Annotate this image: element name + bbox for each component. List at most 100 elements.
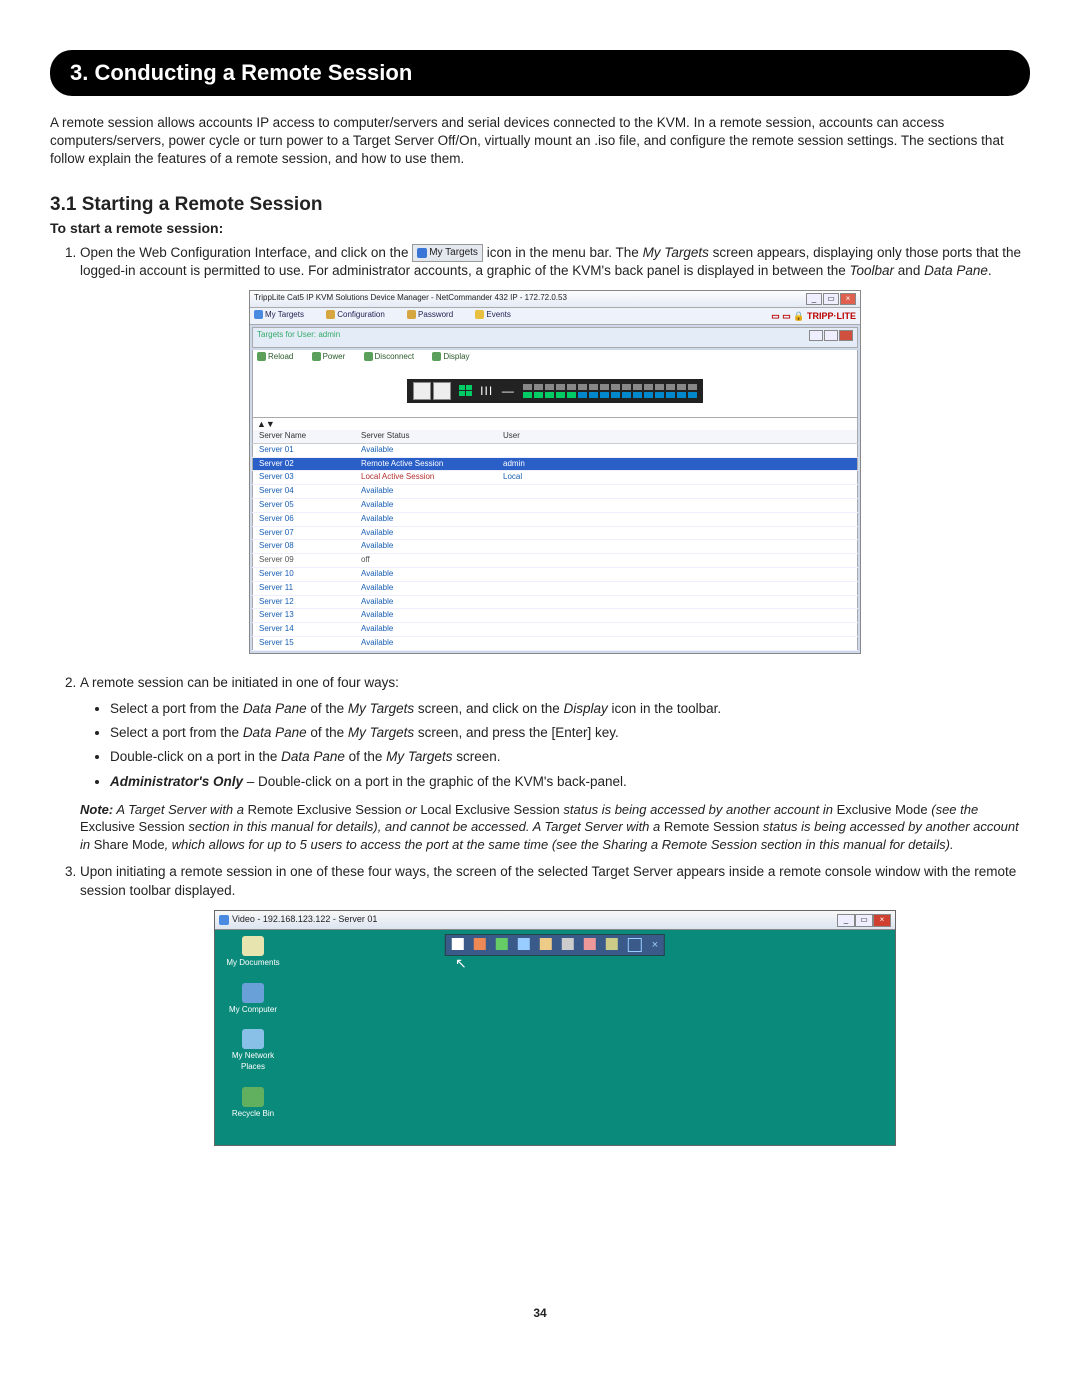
tab-my-targets[interactable]: My Targets [254,310,314,319]
password-icon [407,310,416,319]
window-buttons: _▭× [805,293,856,305]
subbar-label: Targets for User: admin [257,330,340,345]
sort-arrows[interactable]: ▲▼ [252,418,858,430]
step1-text-h: . [988,263,992,278]
cell-status: Available [355,443,497,457]
targets-icon [254,310,263,319]
t: My Targets [348,701,414,716]
tool-icon[interactable] [562,938,574,950]
tool-icon[interactable] [518,938,530,950]
cell-status: Available [355,485,497,499]
cell-user [497,485,858,499]
intro-paragraph: A remote session allows accounts IP acce… [50,114,1030,169]
t: , which allows for up to 5 users to acce… [165,837,954,852]
table-row[interactable]: Server 02Remote Active Sessionadmin [253,457,858,471]
tool-icon[interactable] [606,938,618,950]
step1-em-e: Toolbar [850,263,895,278]
table-row[interactable]: Server 06Available [253,512,858,526]
fullscreen-icon[interactable] [628,938,642,952]
maximize-button[interactable]: ▭ [855,914,873,927]
targets-icon [417,248,427,258]
cell-status: Remote Active Session [355,457,497,471]
cell-name: Server 06 [253,512,356,526]
cell-user [497,498,858,512]
table-row[interactable]: Server 12Available [253,595,858,609]
remote-session-toolbar[interactable]: × [445,934,665,956]
t: A Target Server with a [113,802,247,817]
section-header: 3. Conducting a Remote Session [50,50,1030,96]
logo-text: TRIPP·LITE [807,311,856,321]
events-icon [475,310,484,319]
tool-icon[interactable] [496,938,508,950]
table-row[interactable]: Server 08Available [253,540,858,554]
disconnect-button[interactable]: Disconnect [364,352,423,361]
table-row[interactable]: Server 01Available [253,443,858,457]
desktop-icon-network-places[interactable]: My Network Places [223,1029,283,1073]
step1-em-g: Data Pane [924,263,988,278]
t: Data Pane [243,725,307,740]
close-button[interactable]: × [840,293,856,305]
tool-icon[interactable] [540,938,552,950]
cell-status: Available [355,498,497,512]
min-btn[interactable] [809,330,823,341]
cell-user [497,540,858,554]
reload-icon [257,352,266,361]
t: or [402,802,421,817]
remote-title: Video - 192.168.123.122 - Server 01 [232,914,377,924]
bullet-3: Double-click on a port in the Data Pane … [110,748,1030,766]
cell-user [497,554,858,568]
tool-icon[interactable] [474,938,486,950]
table-row[interactable]: Server 03Local Active SessionLocal [253,471,858,485]
tab-password[interactable]: Password [407,310,463,319]
table-row[interactable]: Server 05Available [253,498,858,512]
cell-user: admin [497,457,858,471]
tab-label: My Targets [265,310,304,319]
tab-configuration[interactable]: Configuration [326,310,395,319]
table-row[interactable]: Server 07Available [253,526,858,540]
step3-text: Upon initiating a remote session in one … [80,864,1016,897]
remote-desktop[interactable]: × ↖ My Documents My Computer My Network … [215,930,895,1145]
table-row[interactable]: Server 09off [253,554,858,568]
max-btn[interactable] [824,330,838,341]
cell-name: Server 08 [253,540,356,554]
tool-icon[interactable] [584,938,596,950]
close-btn[interactable] [839,330,853,341]
maximize-button[interactable]: ▭ [823,293,839,305]
display-button[interactable]: Display [432,352,477,361]
cursor-icon[interactable] [452,938,464,950]
table-row[interactable]: Server 13Available [253,609,858,623]
t: Select a port from the [110,701,243,716]
minimize-button[interactable]: _ [806,293,822,305]
col-server-name[interactable]: Server Name [253,430,356,443]
table-row[interactable]: Server 14Available [253,623,858,637]
table-row[interactable]: Server 11Available [253,581,858,595]
cell-status: Available [355,609,497,623]
table-row[interactable]: Server 15Available [253,636,858,650]
desktop-icon-my-computer[interactable]: My Computer [223,983,283,1016]
power-button[interactable]: Power [312,352,354,361]
my-targets-icon-badge: My Targets [412,244,483,262]
col-user[interactable]: User [497,430,858,443]
close-toolbar-icon[interactable]: × [652,938,658,950]
kvm-back-panel[interactable]: III — [252,365,858,418]
note-block: Note: A Target Server with a Remote Excl… [80,801,1030,854]
table-row[interactable]: Server 04Available [253,485,858,499]
desktop-icon-recycle-bin[interactable]: Recycle Bin [223,1087,283,1120]
cell-name: Server 02 [253,457,356,471]
t: Display [564,701,608,716]
col-server-status[interactable]: Server Status [355,430,497,443]
t: section in this manual for details), and… [188,819,663,834]
tab-events[interactable]: Events [475,310,520,319]
subsection-title: 3.1 Starting a Remote Session [50,194,1030,216]
cell-status: Available [355,623,497,637]
cell-user [497,595,858,609]
t: icon in the toolbar. [608,701,721,716]
minimize-button[interactable]: _ [837,914,855,927]
cell-status: Available [355,581,497,595]
table-row[interactable]: Server 10Available [253,567,858,581]
reload-button[interactable]: Reload [257,352,301,361]
close-button[interactable]: × [873,914,891,927]
desktop-icon-my-documents[interactable]: My Documents [223,936,283,969]
step1-text-b: icon in the menu bar. The [487,245,643,260]
window-title: TrippLite Cat5 IP KVM Solutions Device M… [254,293,567,305]
